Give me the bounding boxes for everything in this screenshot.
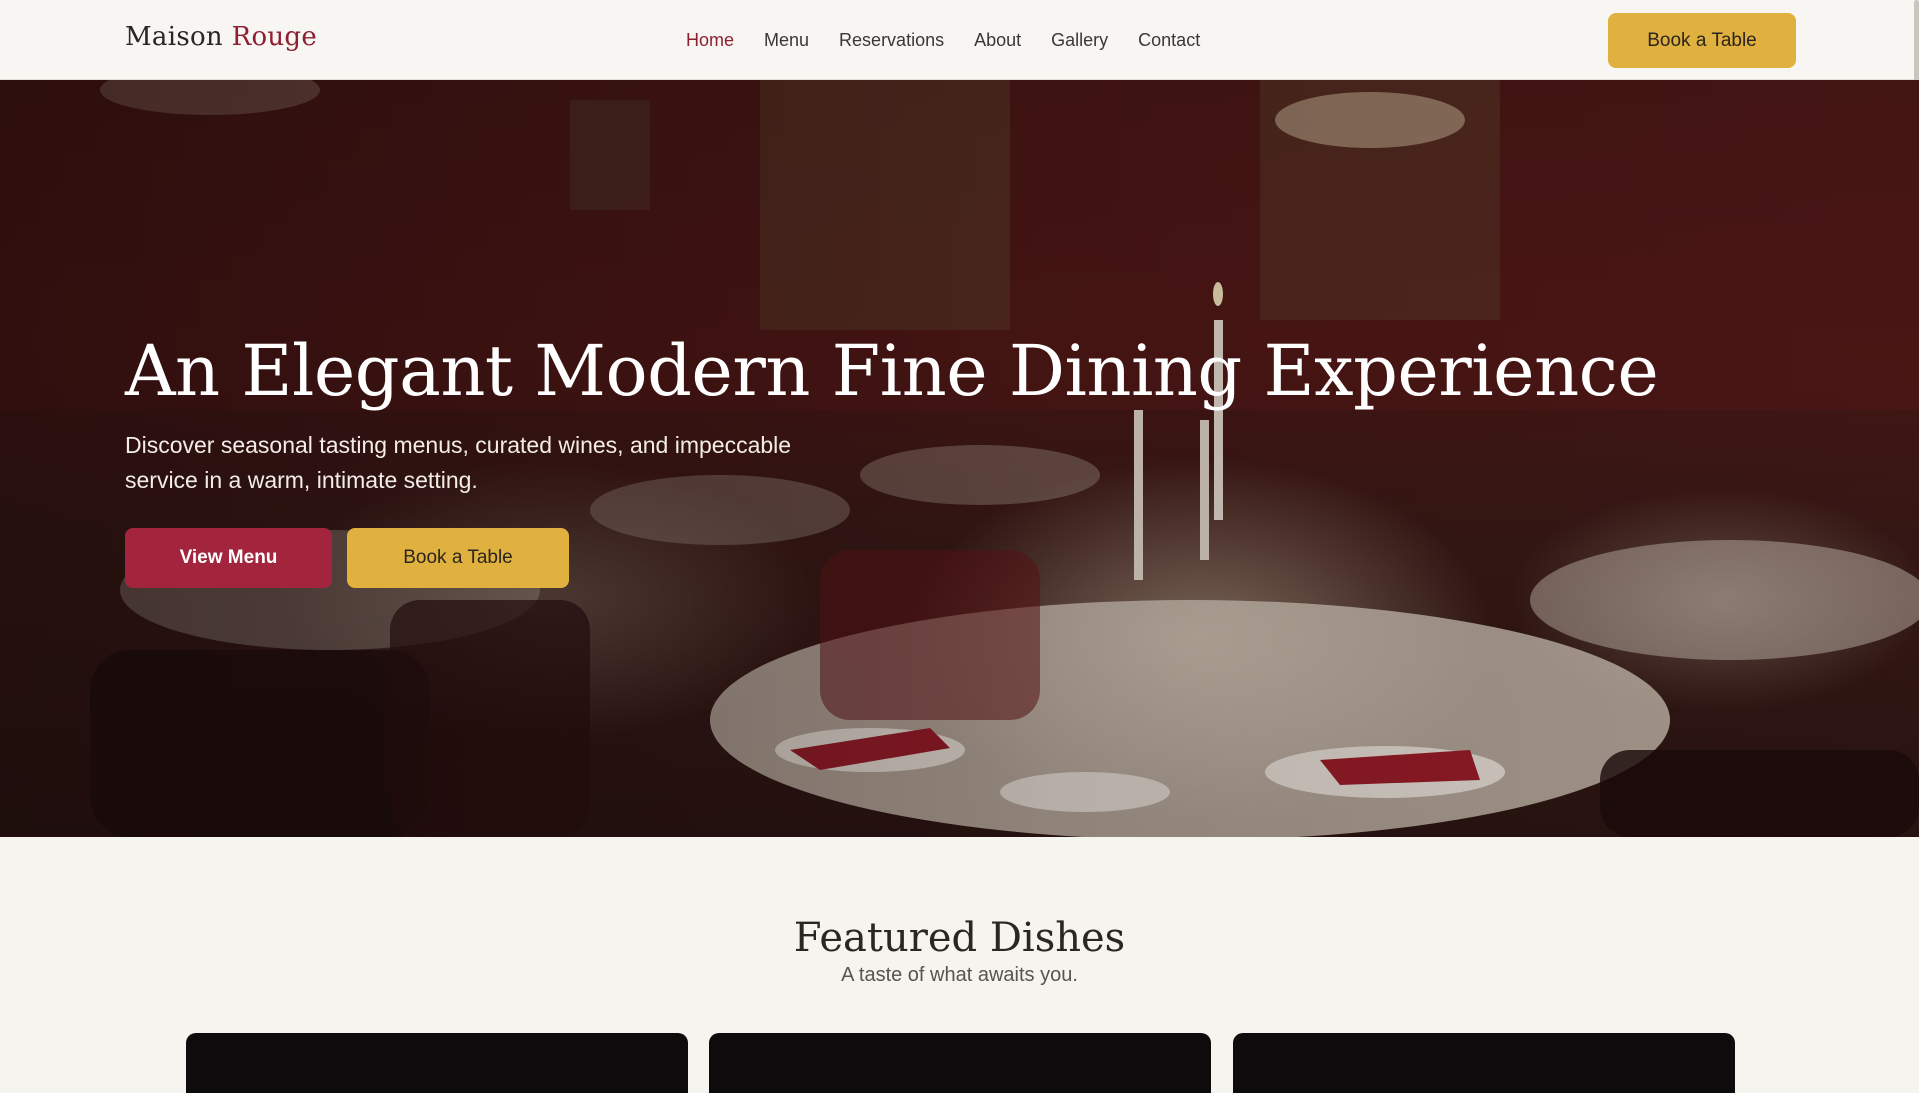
dish-card[interactable] bbox=[186, 1033, 688, 1093]
brand-name-accent: Rouge bbox=[231, 22, 318, 52]
nav-menu-link[interactable]: Menu bbox=[764, 30, 809, 51]
header-book-table-button[interactable]: Book a Table bbox=[1608, 13, 1796, 68]
hero-title: An Elegant Modern Fine Dining Experience bbox=[125, 330, 1659, 412]
nav-reservations-link[interactable]: Reservations bbox=[839, 30, 944, 51]
nav-contact-link[interactable]: Contact bbox=[1138, 30, 1200, 51]
hero-book-table-button[interactable]: Book a Table bbox=[347, 528, 569, 588]
brand-name-primary: Maison bbox=[125, 22, 223, 52]
hero-section: An Elegant Modern Fine Dining Experience… bbox=[0, 80, 1919, 837]
featured-dishes-heading: Featured Dishes bbox=[793, 915, 1126, 961]
main-nav: Home Menu Reservations About Gallery Con… bbox=[686, 30, 1230, 51]
site-header: Maison Rouge Home Menu Reservations Abou… bbox=[0, 0, 1919, 80]
nav-about-link[interactable]: About bbox=[974, 30, 1021, 51]
featured-dishes-subtitle: A taste of what awaits you. bbox=[841, 964, 1078, 986]
dish-card[interactable] bbox=[1233, 1033, 1735, 1093]
nav-gallery-link[interactable]: Gallery bbox=[1051, 30, 1108, 51]
hero-subtitle: Discover seasonal tasting menus, curated… bbox=[125, 432, 792, 493]
nav-home-link[interactable]: Home bbox=[686, 30, 734, 51]
brand-logo[interactable]: Maison Rouge bbox=[125, 22, 317, 52]
view-menu-button[interactable]: View Menu bbox=[125, 528, 332, 588]
dish-card[interactable] bbox=[709, 1033, 1211, 1093]
